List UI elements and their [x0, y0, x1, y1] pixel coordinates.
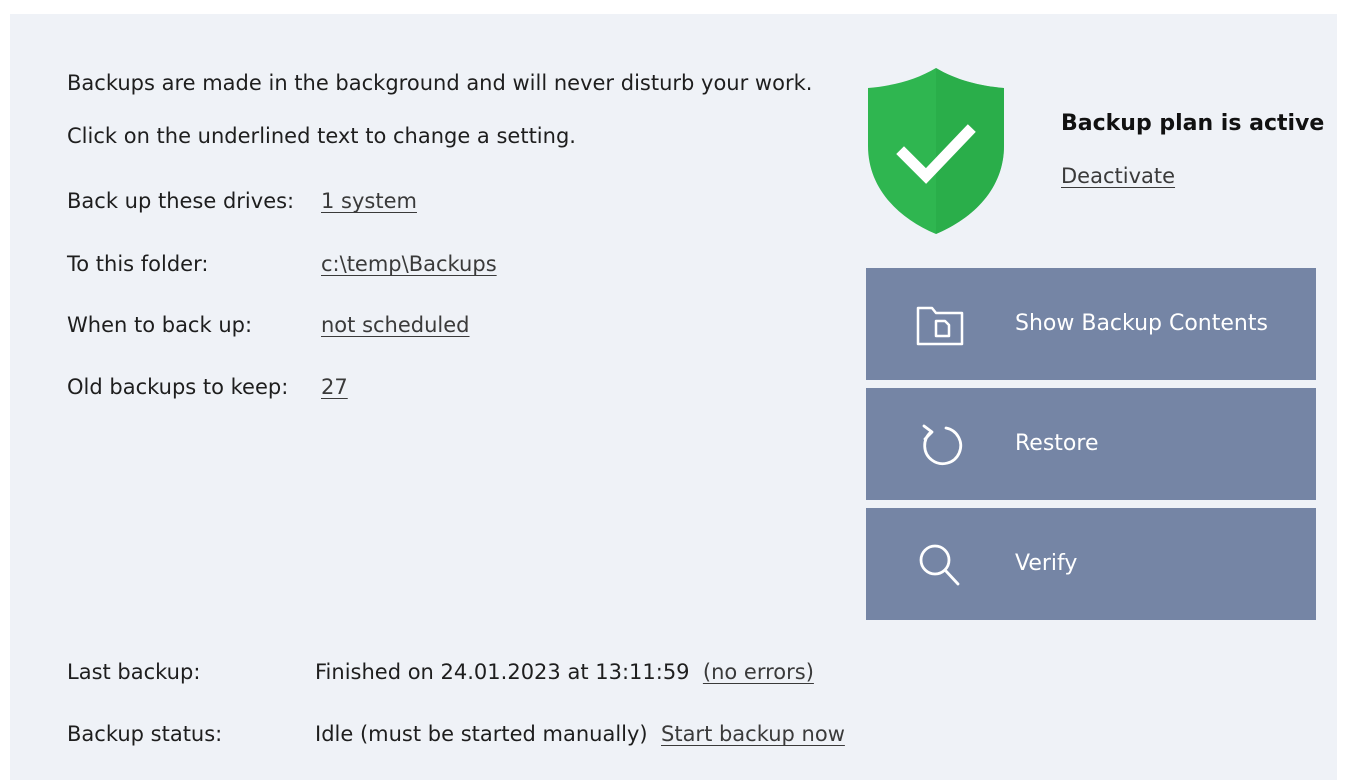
- restore-icon: [922, 424, 963, 466]
- setting-schedule-label: When to back up:: [67, 313, 253, 337]
- setting-drives-label: Back up these drives:: [67, 189, 295, 213]
- restore-button[interactable]: Restore: [866, 388, 1316, 500]
- deactivate-link[interactable]: Deactivate: [1061, 164, 1175, 188]
- restore-label: Restore: [1015, 431, 1099, 456]
- setting-schedule-link[interactable]: not scheduled: [321, 313, 470, 337]
- backup-status-text: Idle (must be started manually): [315, 722, 648, 746]
- plan-status-title: Backup plan is active: [1061, 111, 1325, 136]
- no-errors-link[interactable]: (no errors): [703, 660, 814, 684]
- setting-drives-link[interactable]: 1 system: [321, 189, 417, 213]
- backup-status-label: Backup status:: [67, 722, 223, 746]
- setting-keep-link[interactable]: 27: [321, 375, 348, 399]
- intro-line-2: Click on the underlined text to change a…: [67, 124, 576, 148]
- setting-folder-label: To this folder:: [67, 252, 209, 276]
- verify-label: Verify: [1015, 551, 1078, 576]
- shield-check-icon: [868, 68, 1004, 234]
- backup-plan-panel: Backups are made in the background and w…: [10, 14, 1337, 780]
- start-backup-now-link[interactable]: Start backup now: [661, 722, 845, 746]
- backup-status-value: Idle (must be started manually) Start ba…: [315, 722, 845, 746]
- search-icon: [919, 544, 960, 586]
- show-backup-contents-label: Show Backup Contents: [1015, 311, 1268, 336]
- folder-file-icon: [916, 306, 964, 346]
- verify-button[interactable]: Verify: [866, 508, 1316, 620]
- last-backup-value: Finished on 24.01.2023 at 13:11:59 (no e…: [315, 660, 814, 684]
- show-backup-contents-button[interactable]: Show Backup Contents: [866, 268, 1316, 380]
- intro-line-1: Backups are made in the background and w…: [67, 71, 813, 95]
- setting-keep-label: Old backups to keep:: [67, 375, 289, 399]
- setting-folder-link[interactable]: c:\temp\Backups: [321, 252, 497, 276]
- last-backup-label: Last backup:: [67, 660, 201, 684]
- last-backup-text: Finished on 24.01.2023 at 13:11:59: [315, 660, 690, 684]
